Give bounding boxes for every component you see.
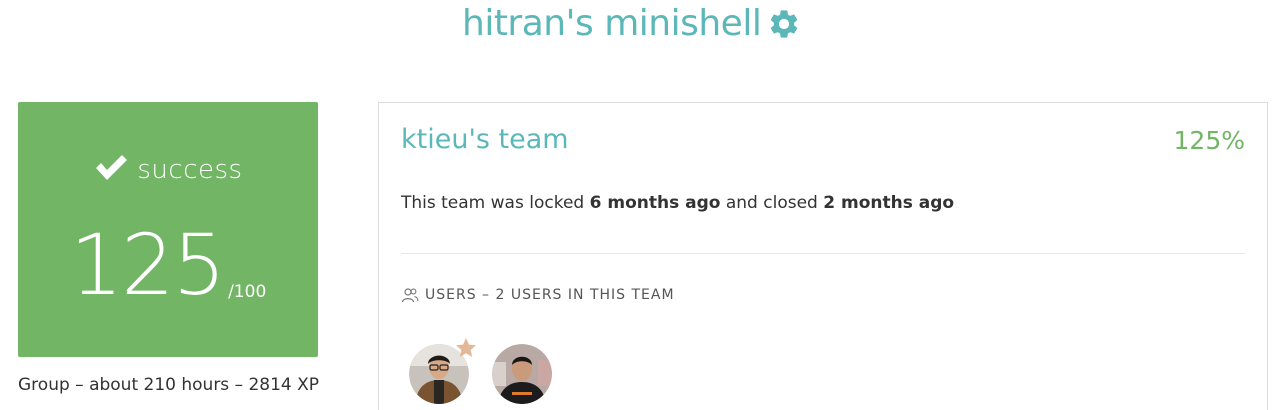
score-row: 125 /100	[18, 222, 318, 308]
closed-ago: 2 months ago	[823, 193, 955, 213]
project-title: hitran's minishell	[462, 3, 762, 44]
users-icon	[401, 288, 419, 303]
team-name-link[interactable]: ktieu's team	[401, 124, 569, 155]
team-status: This team was locked 6 months ago and cl…	[401, 193, 954, 213]
project-meta: Group – about 210 hours – 2814 XP	[18, 375, 320, 395]
gear-icon[interactable]	[767, 7, 801, 41]
avatar[interactable]	[492, 344, 552, 404]
users-heading-label: Users – 2 users in this team	[425, 287, 675, 303]
status-label: success	[137, 155, 243, 185]
grade-box: success 125 /100	[18, 102, 318, 357]
status-row: success	[18, 155, 318, 185]
team-panel: ktieu's team 125% This team was locked 6…	[378, 102, 1268, 410]
header: hitran's minishell	[0, 0, 1287, 60]
page: hitran's minishell success 125 /100 Grou…	[0, 0, 1287, 410]
team-percent: 125%	[1173, 126, 1245, 155]
status-prefix: This team was locked	[401, 193, 585, 213]
users-heading: Users – 2 users in this team	[401, 287, 675, 303]
star-icon	[456, 338, 476, 357]
status-middle: and closed	[725, 193, 818, 213]
score-value: 125	[69, 216, 226, 314]
divider	[401, 253, 1245, 254]
locked-ago: 6 months ago	[589, 193, 721, 213]
check-icon	[96, 155, 128, 180]
score-max: /100	[228, 282, 267, 302]
